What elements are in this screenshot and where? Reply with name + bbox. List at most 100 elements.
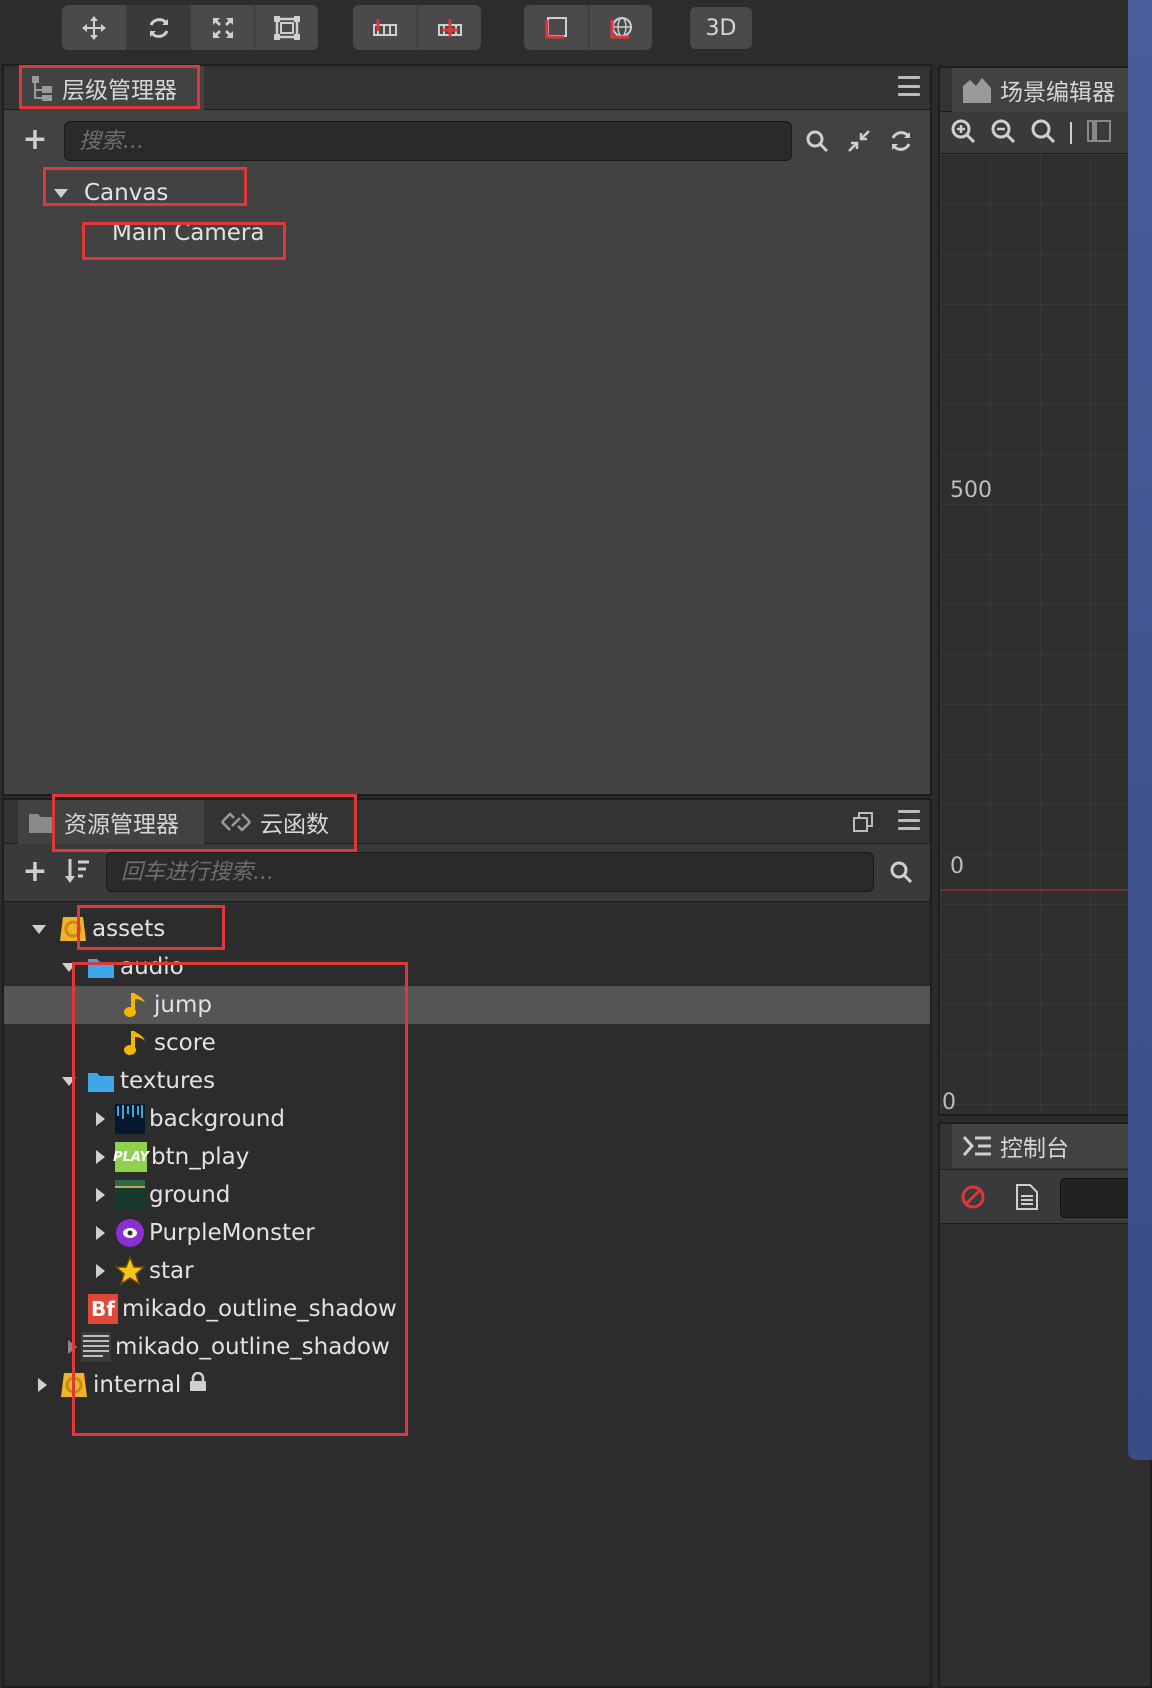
global-icon: [610, 16, 632, 38]
asset-label: star: [149, 1258, 194, 1284]
zoom-reset-icon[interactable]: [1030, 118, 1056, 148]
folder-icon: [86, 952, 116, 982]
tab-hierarchy[interactable]: 层级管理器: [20, 66, 204, 110]
scene-icon: [963, 78, 991, 103]
tab-cloud-functions[interactable]: 云函数: [210, 800, 370, 844]
console-toolbar: [940, 1170, 1150, 1224]
scale-icon: [212, 17, 233, 38]
expand-caret-icon[interactable]: [32, 924, 46, 934]
search-icon[interactable]: [800, 124, 834, 158]
asset-audio-score[interactable]: score: [4, 1024, 930, 1062]
asset-texture-btn-play[interactable]: PLAY btn_play: [4, 1138, 930, 1176]
expand-caret-icon[interactable]: [96, 1264, 105, 1278]
asset-label: btn_play: [151, 1144, 250, 1170]
assets-search-icon[interactable]: [884, 855, 918, 889]
asset-font-texture[interactable]: mikado_outline_shadow: [4, 1328, 930, 1366]
global-button[interactable]: [588, 5, 652, 50]
rect-icon: [273, 15, 300, 40]
asset-texture-background[interactable]: background: [4, 1100, 930, 1138]
expand-caret-icon[interactable]: [96, 1226, 105, 1240]
tab-assets[interactable]: 资源管理器: [18, 800, 204, 844]
asset-font-bmfont[interactable]: Bf mikado_outline_shadow: [4, 1290, 930, 1328]
move-icon: [82, 15, 106, 40]
center-button[interactable]: [417, 5, 481, 50]
hierarchy-menu-icon[interactable]: [898, 76, 920, 96]
db-icon: [58, 914, 88, 944]
expand-caret-icon[interactable]: [96, 1112, 105, 1126]
add-asset-icon[interactable]: +: [18, 854, 52, 889]
asset-label: assets: [92, 916, 166, 942]
asset-folder-assets[interactable]: assets: [4, 910, 930, 948]
sort-icon[interactable]: [60, 854, 94, 888]
expand-caret-icon[interactable]: [96, 1150, 105, 1164]
assets-search-row: +: [4, 844, 930, 902]
asset-label: ground: [149, 1182, 231, 1208]
expand-caret-icon[interactable]: [38, 1378, 47, 1392]
expand-caret-icon[interactable]: [54, 188, 68, 198]
top-toolbar: 3D: [0, 0, 1140, 62]
assets-tabbar: 资源管理器 云函数: [4, 800, 930, 844]
layout-icon[interactable]: [1086, 118, 1112, 148]
asset-texture-star[interactable]: star: [4, 1252, 930, 1290]
local-button[interactable]: [524, 5, 588, 50]
scene-title: 场景编辑器: [1000, 80, 1115, 106]
center-icon: [437, 18, 462, 37]
console-icon: [962, 1136, 991, 1156]
assets-search-input[interactable]: [106, 852, 874, 892]
asset-texture-purple-monster[interactable]: PurpleMonster: [4, 1214, 930, 1252]
asset-label: audio: [120, 954, 184, 980]
console-tabbar: 控制台: [940, 1124, 1152, 1170]
hierarchy-node-canvas[interactable]: Canvas: [4, 174, 930, 212]
asset-folder-audio[interactable]: audio: [4, 948, 930, 986]
scene-grid[interactable]: 500 0 0: [940, 154, 1150, 1115]
expand-caret-icon[interactable]: [96, 1188, 105, 1202]
toolbar-divider: [1070, 121, 1072, 144]
tab-console[interactable]: 控制台: [952, 1124, 1152, 1168]
tab-scene[interactable]: 场景编辑器: [952, 68, 1152, 112]
scene-zoom-toolbar: [940, 112, 1150, 154]
console-title: 控制台: [1000, 1136, 1069, 1162]
assets-menu-icon[interactable]: [898, 810, 920, 830]
clear-console-icon[interactable]: [960, 1184, 986, 1214]
font-texture-thumbnail-icon: [81, 1332, 111, 1362]
3d-mode-button[interactable]: 3D: [690, 7, 752, 49]
node-label: Canvas: [84, 180, 169, 206]
add-node-icon[interactable]: +: [18, 122, 52, 157]
assets-panel: 资源管理器 云函数 + assets audio: [2, 798, 932, 1688]
pivot-button[interactable]: [353, 5, 417, 50]
rotate-tool-button[interactable]: [126, 5, 190, 50]
asset-label: PurpleMonster: [149, 1220, 315, 1246]
collapse-all-icon[interactable]: [842, 124, 876, 158]
zoom-out-icon[interactable]: [990, 118, 1016, 148]
scene-panel: 场景编辑器 500 0 0: [938, 66, 1152, 1116]
move-tool-button[interactable]: [62, 5, 126, 50]
asset-folder-textures[interactable]: textures: [4, 1062, 930, 1100]
console-panel: 控制台: [938, 1122, 1152, 1688]
popout-icon[interactable]: [846, 805, 880, 839]
scene-tabbar: 场景编辑器: [940, 68, 1152, 112]
folder-icon: [86, 1066, 116, 1096]
folder-tab-icon: [29, 814, 55, 833]
zoom-in-icon[interactable]: [950, 118, 976, 148]
rect-tool-button[interactable]: [254, 5, 318, 50]
hierarchy-node-main-camera[interactable]: Main Camera: [4, 214, 930, 252]
hierarchy-search-input[interactable]: [64, 121, 792, 161]
rotate-icon: [149, 17, 168, 38]
bitmap-font-icon: Bf: [88, 1294, 118, 1324]
hierarchy-panel: 层级管理器 + Canvas Main Camera: [2, 64, 932, 796]
music-note-icon: [120, 990, 150, 1020]
refresh-icon[interactable]: [884, 124, 918, 158]
asset-audio-jump[interactable]: jump: [4, 986, 930, 1024]
expand-caret-icon[interactable]: [62, 962, 76, 972]
cloud-link-icon: [221, 812, 251, 832]
pivot-tool-group: [353, 5, 481, 50]
asset-texture-ground[interactable]: ground: [4, 1176, 930, 1214]
asset-folder-internal[interactable]: internal: [4, 1366, 930, 1404]
asset-label: mikado_outline_shadow: [115, 1334, 390, 1360]
expand-caret-icon[interactable]: [62, 1076, 76, 1086]
node-label: Main Camera: [112, 220, 265, 246]
log-file-icon[interactable]: [1016, 1184, 1038, 1214]
asset-label: internal: [93, 1372, 182, 1398]
scale-tool-button[interactable]: [190, 5, 254, 50]
expand-caret-icon[interactable]: [68, 1340, 77, 1354]
